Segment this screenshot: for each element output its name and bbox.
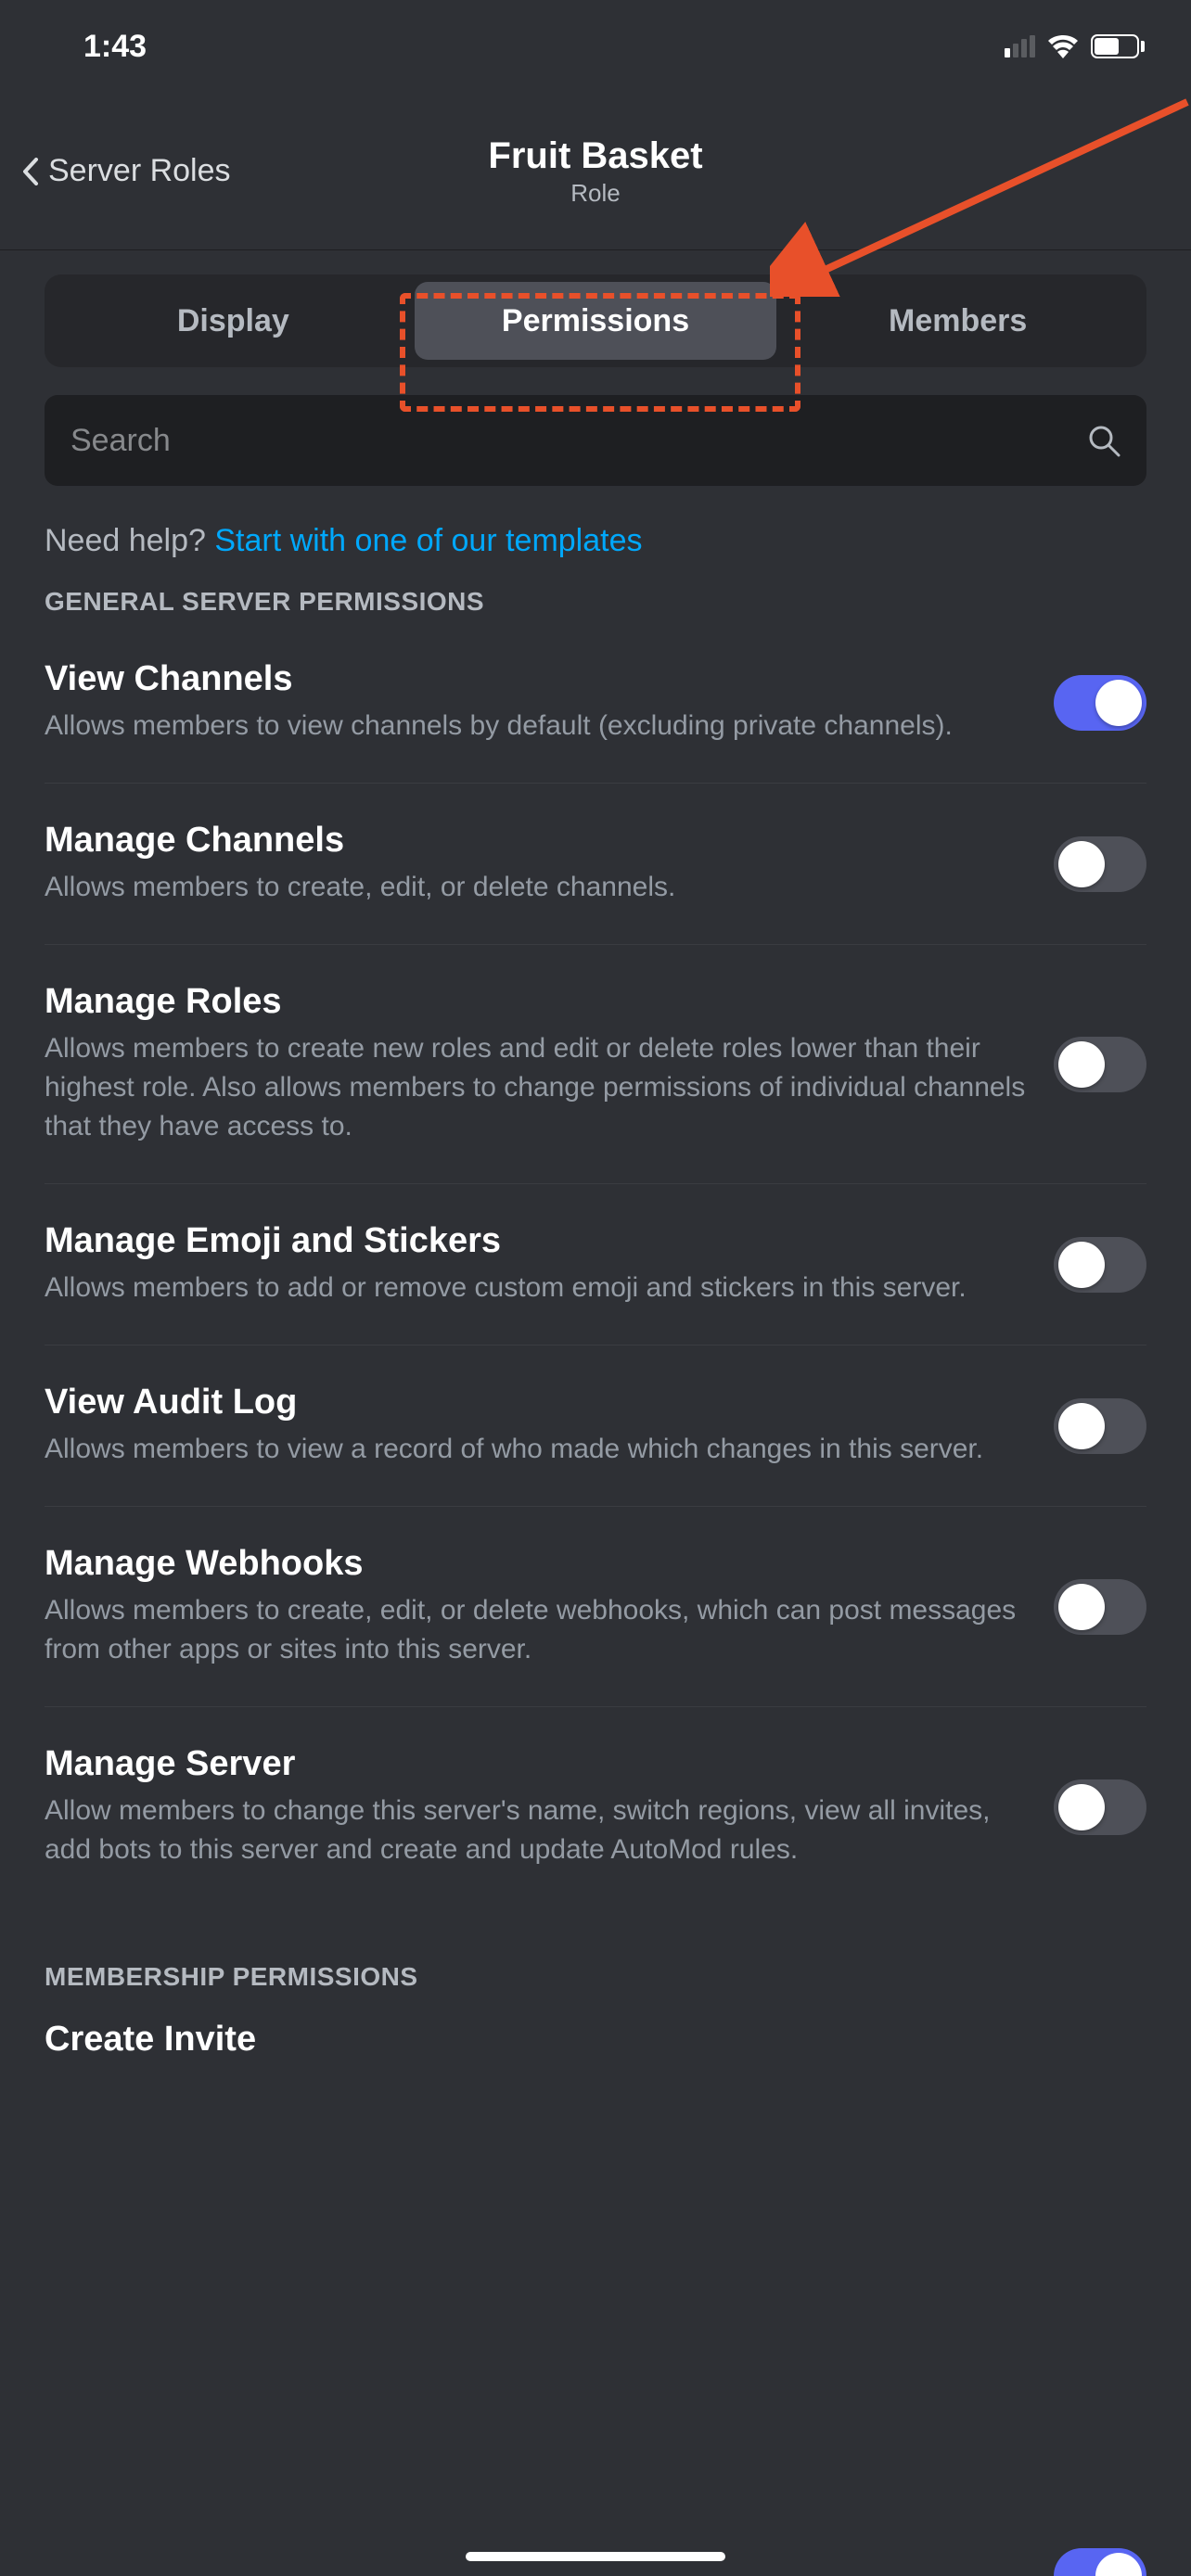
perm-title: Manage Server (45, 1744, 1026, 1784)
perm-title: View Audit Log (45, 1383, 1026, 1422)
section-header-general: GENERAL SERVER PERMISSIONS (45, 587, 1146, 617)
help-prefix: Need help? (45, 523, 214, 558)
chevron-left-icon (22, 158, 39, 185)
perm-create-invite: Create Invite (45, 2020, 1146, 2060)
battery-icon (1091, 34, 1145, 58)
nav-header: Server Roles Fruit Basket Role (0, 93, 1191, 250)
perm-manage-roles: Manage Roles Allows members to create ne… (45, 945, 1146, 1184)
status-icons (1005, 34, 1145, 58)
perm-title: Manage Roles (45, 982, 1026, 1022)
search-icon (1087, 424, 1121, 457)
toggle-view-channels[interactable] (1054, 675, 1146, 731)
perm-desc: Allow members to change this server's na… (45, 1792, 1026, 1869)
toggle-manage-roles[interactable] (1054, 1037, 1146, 1092)
perm-manage-server: Manage Server Allow members to change th… (45, 1707, 1146, 1906)
toggle-manage-emoji[interactable] (1054, 1237, 1146, 1293)
wifi-icon (1046, 34, 1080, 58)
perm-desc: Allows members to create new roles and e… (45, 1029, 1026, 1146)
home-indicator (466, 2552, 725, 2561)
toggle-view-audit-log[interactable] (1054, 1398, 1146, 1454)
status-bar: 1:43 (0, 0, 1191, 93)
section-header-membership: MEMBERSHIP PERMISSIONS (45, 1962, 1146, 1992)
perm-view-channels: View Channels Allows members to view cha… (45, 622, 1146, 784)
perm-title: Create Invite (45, 2020, 1146, 2060)
search-input[interactable]: Search (45, 395, 1146, 486)
status-time: 1:43 (83, 29, 147, 65)
toggle-manage-channels[interactable] (1054, 836, 1146, 892)
help-link[interactable]: Start with one of our templates (214, 523, 642, 558)
perm-desc: Allows members to view channels by defau… (45, 707, 1026, 746)
search-placeholder: Search (70, 423, 171, 459)
perm-manage-webhooks: Manage Webhooks Allows members to create… (45, 1507, 1146, 1707)
tab-permissions[interactable]: Permissions (415, 282, 777, 360)
tab-members[interactable]: Members (776, 282, 1139, 360)
toggle-manage-server[interactable] (1054, 1779, 1146, 1835)
perm-title: View Channels (45, 659, 1026, 699)
permissions-list: View Channels Allows members to view cha… (45, 622, 1146, 1906)
toggle-create-invite[interactable] (1054, 2548, 1146, 2576)
role-tabs: Display Permissions Members (45, 274, 1146, 367)
perm-desc: Allows members to view a record of who m… (45, 1430, 1026, 1469)
perm-title: Manage Channels (45, 821, 1026, 861)
toggle-manage-webhooks[interactable] (1054, 1579, 1146, 1635)
perm-desc: Allows members to create, edit, or delet… (45, 1591, 1026, 1669)
perm-desc: Allows members to create, edit, or delet… (45, 868, 1026, 907)
back-button[interactable]: Server Roles (22, 153, 231, 189)
tab-display[interactable]: Display (52, 282, 415, 360)
perm-manage-emoji: Manage Emoji and Stickers Allows members… (45, 1184, 1146, 1345)
perm-view-audit-log: View Audit Log Allows members to view a … (45, 1345, 1146, 1507)
perm-manage-channels: Manage Channels Allows members to create… (45, 784, 1146, 945)
perm-title: Manage Emoji and Stickers (45, 1221, 1026, 1261)
back-label: Server Roles (48, 153, 231, 189)
help-text: Need help? Start with one of our templat… (45, 523, 1146, 559)
perm-title: Manage Webhooks (45, 1544, 1026, 1584)
perm-desc: Allows members to add or remove custom e… (45, 1269, 1026, 1307)
cellular-icon (1005, 35, 1035, 57)
